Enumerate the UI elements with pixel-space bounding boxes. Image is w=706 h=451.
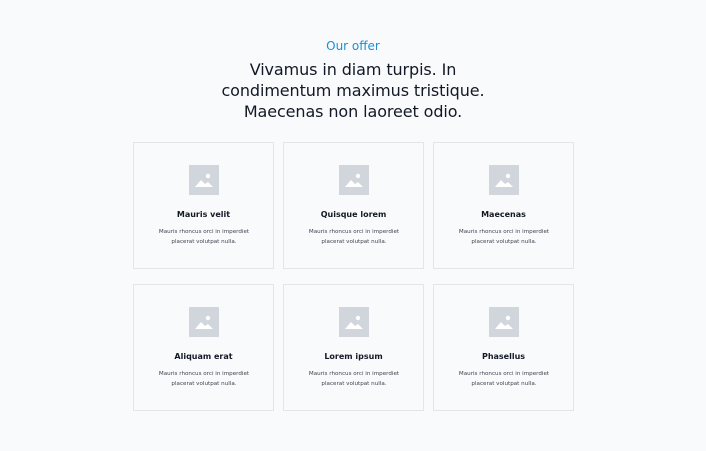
headline-line: condimentum maximus tristique. [221,81,485,100]
card-description: Mauris rhoncus orci in imperdiet placera… [454,227,554,247]
card-description-line: Mauris rhoncus orci in imperdiet [158,229,250,235]
image-placeholder-icon [339,307,369,337]
card-description-line: placerat volutpat nulla. [321,239,387,245]
offer-card: Phasellus Mauris rhoncus orci in imperdi… [433,284,574,411]
card-title: Quisque lorem [320,210,387,219]
offer-card: Maecenas Mauris rhoncus orci in imperdie… [433,142,574,269]
card-description-line: Mauris rhoncus orci in imperdiet [158,371,250,377]
card-title: Phasellus [481,352,526,361]
headline-line: Maecenas non laoreet odio. [243,102,463,121]
image-placeholder-icon [339,165,369,195]
image-placeholder-icon [189,307,219,337]
card-title: Lorem ipsum [324,352,383,361]
offer-grid: Mauris velit Mauris rhoncus orci in impe… [133,142,574,411]
card-description-line: placerat volutpat nulla. [171,239,237,245]
offer-card: Quisque lorem Mauris rhoncus orci in imp… [283,142,424,269]
offer-card: Aliquam erat Mauris rhoncus orci in impe… [133,284,274,411]
offer-card: Lorem ipsum Mauris rhoncus orci in imper… [283,284,424,411]
card-description-line: placerat volutpat nulla. [471,381,537,387]
card-description: Mauris rhoncus orci in imperdiet placera… [304,369,404,389]
card-description-line: Mauris rhoncus orci in imperdiet [458,229,550,235]
card-description-line: Mauris rhoncus orci in imperdiet [458,371,550,377]
card-description-line: Mauris rhoncus orci in imperdiet [308,229,400,235]
card-title: Mauris velit [176,210,231,219]
card-description: Mauris rhoncus orci in imperdiet placera… [304,227,404,247]
card-description: Mauris rhoncus orci in imperdiet placera… [154,227,254,247]
image-placeholder-icon [489,307,519,337]
headline-line: Vivamus in diam turpis. In [249,60,457,79]
card-description-line: placerat volutpat nulla. [471,239,537,245]
image-placeholder-icon [189,165,219,195]
card-description-line: placerat volutpat nulla. [171,381,237,387]
card-description-line: placerat volutpat nulla. [321,381,387,387]
image-placeholder-icon [489,165,519,195]
card-description: Mauris rhoncus orci in imperdiet placera… [154,369,254,389]
card-title: Aliquam erat [174,352,233,361]
card-description-line: Mauris rhoncus orci in imperdiet [308,371,400,377]
offer-card: Mauris velit Mauris rhoncus orci in impe… [133,142,274,269]
section-eyebrow: Our offer [326,39,380,53]
card-description: Mauris rhoncus orci in imperdiet placera… [454,369,554,389]
section-headline: Vivamus in diam turpis. In condimentum m… [0,59,706,122]
card-title: Maecenas [481,210,526,219]
